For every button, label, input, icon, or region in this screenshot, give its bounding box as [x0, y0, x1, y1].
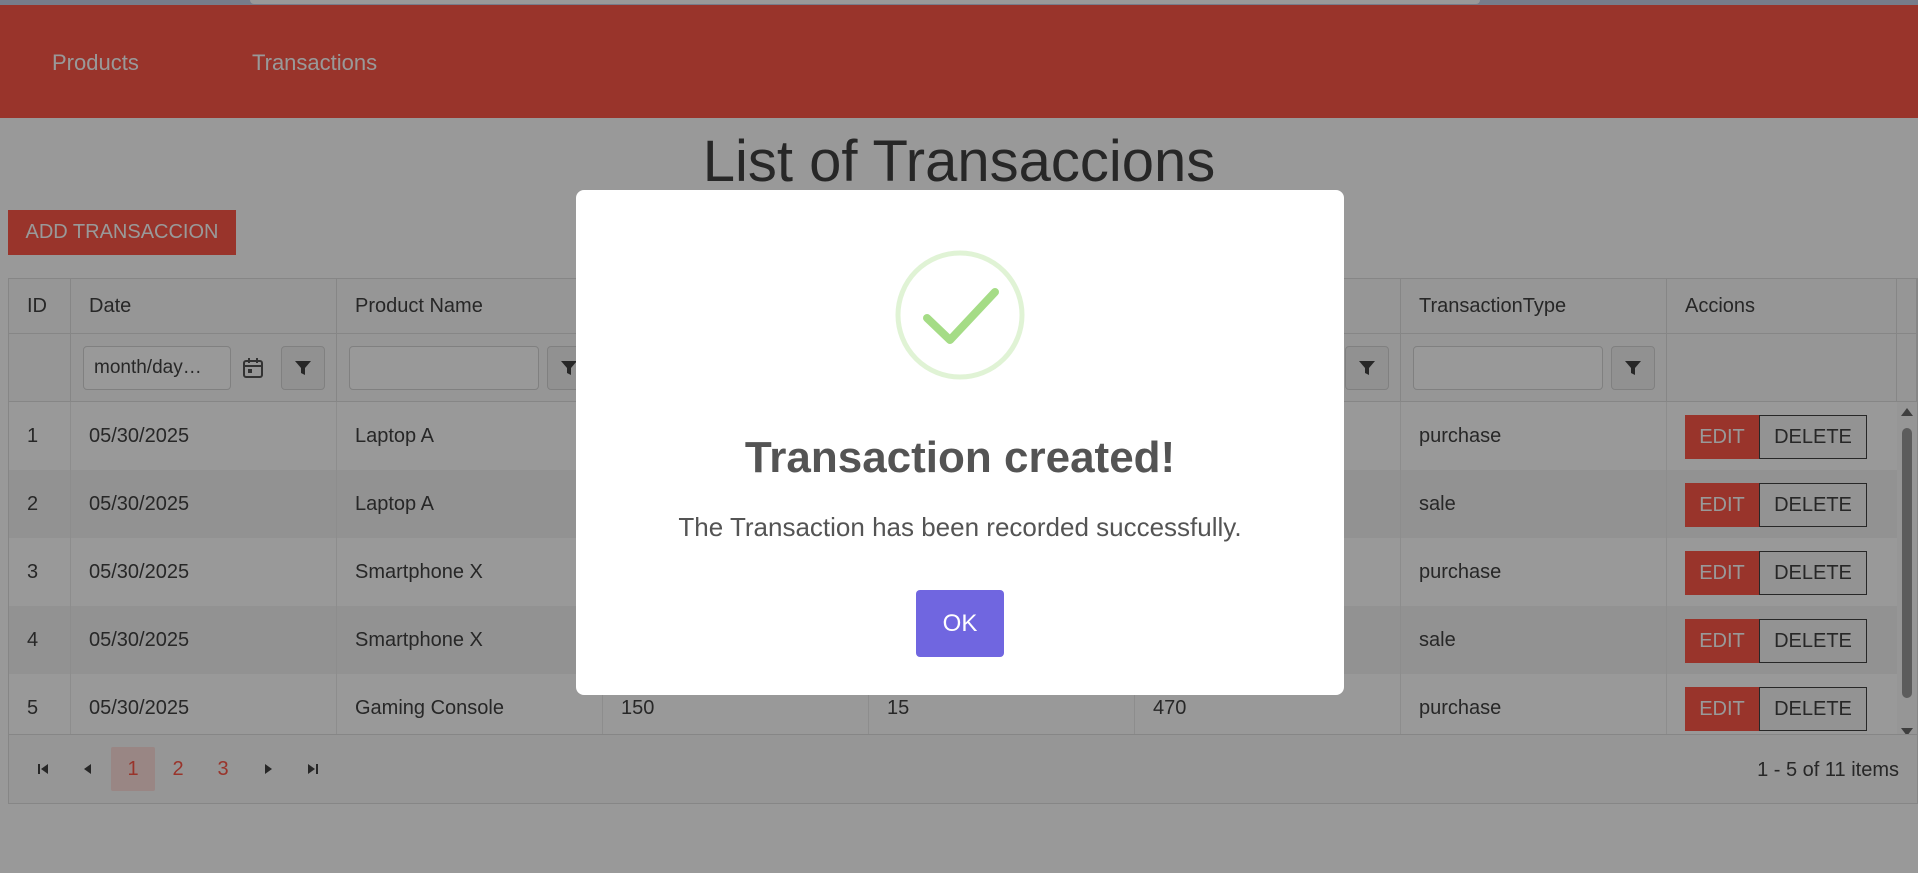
success-check-icon — [895, 250, 1025, 380]
dialog-title: Transaction created! — [744, 433, 1176, 482]
dialog-message: The Transaction has been recorded succes… — [678, 512, 1242, 542]
success-dialog: Transaction created! The Transaction has… — [576, 190, 1344, 695]
ok-button[interactable]: OK — [916, 590, 1004, 657]
